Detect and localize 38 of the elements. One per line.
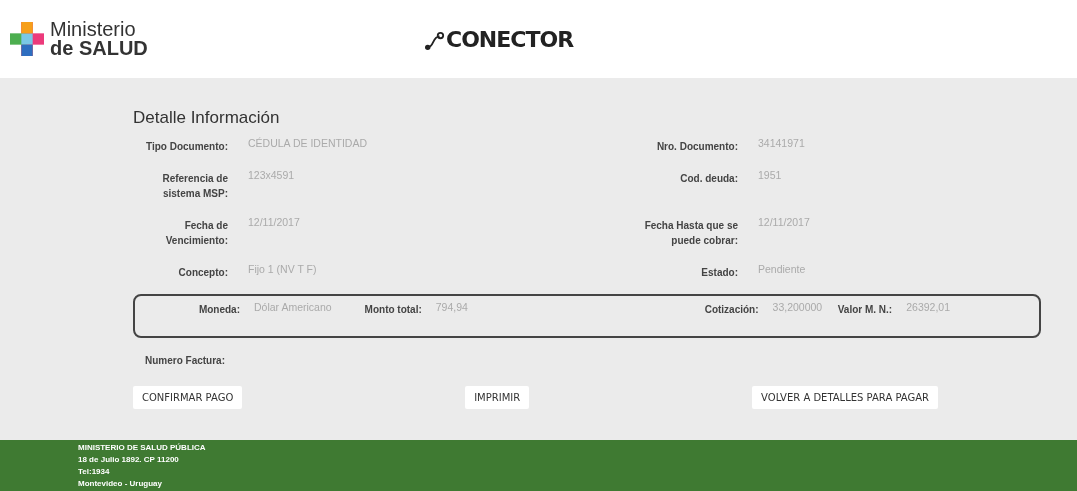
field-value: 34141971 (758, 136, 806, 151)
field-label: Fecha de Vencimiento: (164, 219, 228, 248)
field-label: Cotización: (703, 303, 759, 317)
footer-text: Tel:1934 (78, 466, 111, 478)
field-label: Valor M. N.: (836, 303, 893, 317)
app-logo-text: CONECTOR (446, 26, 574, 52)
logo-text: Ministerio (50, 20, 137, 39)
action-button[interactable]: VOLVER A DETALLES PARA PAGAR (752, 386, 938, 409)
field-label: Referencia de sistema MSP: (161, 172, 228, 201)
footer-text: MINISTERIO DE SALUD PÚBLICA (78, 442, 207, 454)
field-label: Monto total: (363, 303, 422, 317)
field-value: CÉDULA DE IDENTIDAD (248, 136, 369, 151)
section-title: Detalle Información (133, 108, 281, 128)
field-label: Nro. Documento: (655, 140, 738, 154)
field-label: Cod. deuda: (679, 172, 738, 186)
field-label: Fecha Hasta que se puede cobrar: (643, 219, 738, 248)
field-value: Dólar Americano (254, 300, 332, 315)
footer-text: Montevideo - Uruguay (78, 478, 163, 490)
action-button[interactable]: IMPRIMIR (465, 386, 530, 409)
action-button[interactable]: CONFIRMAR PAGO (133, 386, 243, 409)
field-label: Numero Factura: (145, 355, 225, 366)
cross-logo-icon (10, 22, 44, 56)
connector-icon (425, 29, 445, 52)
field-value: 33,200000 (772, 300, 823, 315)
field-value: 12/11/2017 (758, 215, 811, 230)
field-label: Tipo Documento: (144, 140, 228, 154)
logo-text: de SALUD (50, 39, 148, 58)
field-value: 26392,01 (906, 300, 950, 315)
field-label: Estado: (700, 266, 738, 280)
footer-text: 18 de Julio 1892. CP 11200 (78, 454, 180, 466)
field-value: Pendiente (758, 262, 807, 277)
field-value: 12/11/2017 (248, 215, 301, 230)
field-label: Concepto: (177, 266, 228, 280)
field-value: 123x4591 (248, 168, 296, 183)
field-value: 794,94 (435, 300, 468, 315)
field-value: Fijo 1 (NV T F) (248, 262, 318, 277)
field-value: 1951 (758, 168, 783, 183)
field-label: Moneda: (197, 303, 240, 317)
